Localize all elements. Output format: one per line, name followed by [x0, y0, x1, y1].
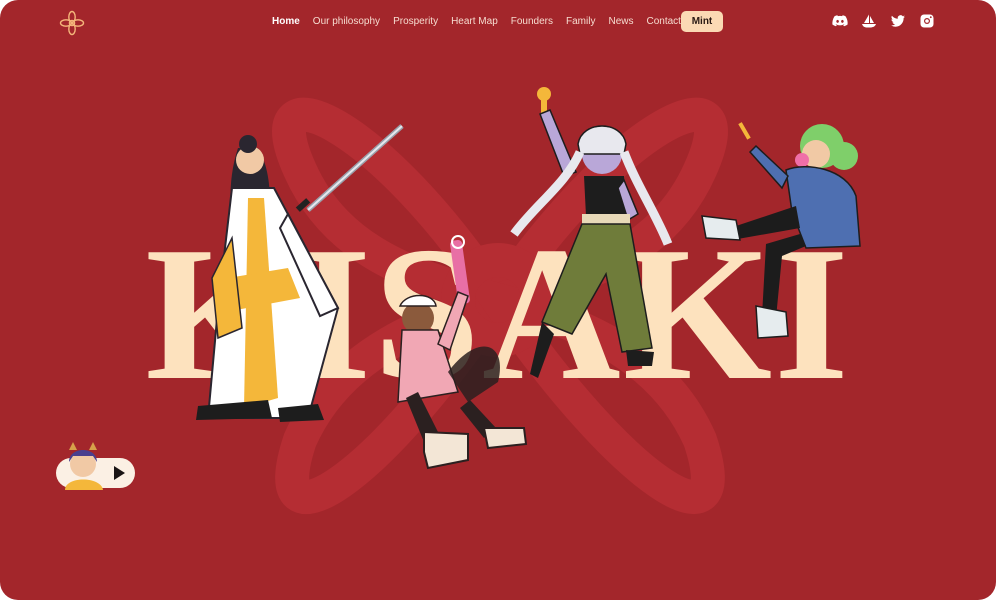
instagram-icon[interactable] — [919, 13, 935, 29]
opensea-icon[interactable] — [861, 13, 877, 29]
mint-button[interactable]: Mint — [681, 11, 723, 32]
kimono-samurai-character — [196, 124, 404, 422]
nav-family[interactable]: Family — [566, 16, 595, 27]
nav-our-philosophy[interactable]: Our philosophy — [313, 16, 380, 27]
top-navigation-bar: Home Our philosophy Prosperity Heart Map… — [0, 0, 996, 44]
green-hair-hoodie-character — [701, 122, 861, 339]
braided-cargo-character — [510, 87, 673, 378]
nav-heart-map[interactable]: Heart Map — [451, 16, 498, 27]
social-links — [832, 13, 935, 29]
nav-prosperity[interactable]: Prosperity — [393, 16, 438, 27]
avatar-icon — [65, 442, 103, 490]
nav-news[interactable]: News — [608, 16, 633, 27]
discord-icon[interactable] — [832, 13, 848, 29]
main-nav: Home Our philosophy Prosperity Heart Map… — [272, 16, 694, 27]
nav-contact[interactable]: Contact — [646, 16, 680, 27]
landing-page: Home Our philosophy Prosperity Heart Map… — [0, 0, 996, 600]
twitter-icon[interactable] — [890, 13, 906, 29]
flower-knot-logo-icon[interactable] — [59, 10, 85, 36]
nav-founders[interactable]: Founders — [511, 16, 553, 27]
play-icon[interactable] — [112, 465, 126, 481]
nav-home[interactable]: Home — [272, 16, 300, 27]
